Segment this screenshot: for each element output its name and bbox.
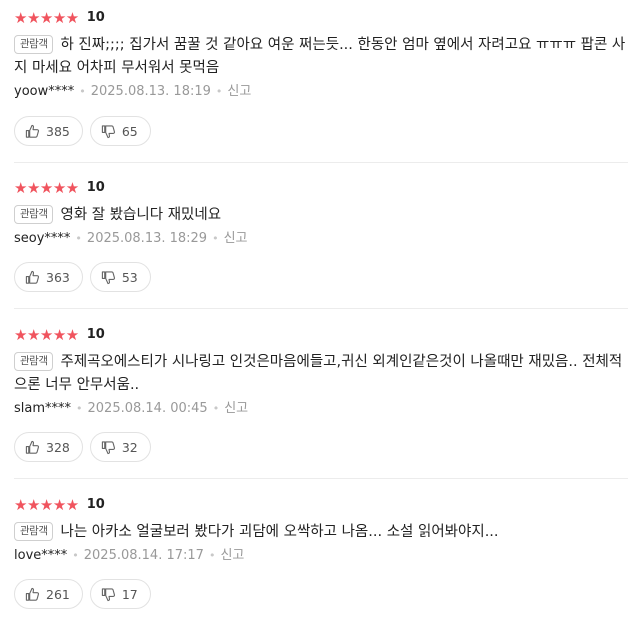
review-divider: [14, 478, 628, 479]
thumbs-up-icon: [25, 270, 40, 284]
rating-row: ★★★★★ 10: [14, 495, 105, 515]
thumbs-down-icon: [101, 270, 115, 284]
thumbs-down-icon: [101, 124, 115, 138]
vote-buttons: 261 17: [14, 579, 151, 609]
thumbs-up-icon: [25, 440, 40, 454]
separator-dot: •: [76, 402, 83, 415]
review-text-block: 관람객 하 진짜;;;; 집가서 꿈꿀 것 같아요 여운 쩌는듯... 한동안 엄…: [14, 34, 626, 80]
like-count: 385: [46, 123, 70, 139]
dislike-button[interactable]: 17: [89, 579, 151, 609]
dislike-count: 53: [121, 269, 138, 285]
review-text-block: 관람객 주제곡오에스티가 시나링고 인것은마음에들고,귀신 외계인같은것이 나올때…: [14, 351, 626, 397]
dislike-button[interactable]: 32: [89, 432, 151, 462]
rating-row: ★★★★★ 10: [14, 8, 105, 28]
rating-row: ★★★★★ 10: [14, 325, 105, 345]
star-rating: ★★★★★: [14, 326, 79, 344]
viewer-badge: 관람객: [14, 352, 54, 371]
rating-row: ★★★★★ 10: [14, 178, 105, 198]
like-count: 328: [46, 439, 70, 455]
dislike-button[interactable]: 65: [89, 116, 151, 146]
separator-dot: •: [75, 232, 82, 245]
separator-dot: •: [208, 549, 216, 562]
separator-dot: •: [79, 85, 86, 98]
report-link[interactable]: 신고: [224, 401, 248, 416]
thumbs-down-icon: [101, 587, 115, 601]
dislike-count: 32: [121, 439, 138, 455]
rating-score: 10: [86, 327, 105, 342]
user-id: slam****: [14, 401, 72, 416]
review-text-block: 관람객 나는 아카소 얼굴보러 봤다가 괴담에 오싹하고 나옴... 소설 읽어봐…: [14, 521, 626, 544]
review-divider: [14, 162, 628, 163]
review-date: 2025.08.13. 18:29: [86, 231, 208, 246]
report-link[interactable]: 신고: [227, 84, 251, 99]
review-meta: slam**** • 2025.08.14. 00:45 • 신고: [14, 399, 248, 419]
separator-dot: •: [215, 85, 223, 98]
review-text: 하 진짜;;;; 집가서 꿈꿀 것 같아요 여운 쩌는듯... 한동안 엄마 옆…: [14, 37, 626, 76]
like-button[interactable]: 328: [14, 432, 83, 462]
dislike-button[interactable]: 53: [89, 262, 151, 292]
like-button[interactable]: 385: [14, 116, 83, 146]
viewer-badge: 관람객: [14, 522, 54, 541]
review-date: 2025.08.14. 17:17: [83, 548, 204, 563]
dislike-count: 17: [121, 586, 138, 602]
separator-dot: •: [212, 232, 219, 245]
user-id: seoy****: [14, 231, 71, 246]
star-rating: ★★★★★: [14, 496, 79, 514]
review-text: 주제곡오에스티가 시나링고 인것은마음에들고,귀신 외계인같은것이 나올때만 재…: [14, 354, 623, 393]
rating-score: 10: [86, 497, 105, 512]
separator-dot: •: [212, 402, 220, 415]
star-rating: ★★★★★: [14, 179, 79, 197]
vote-buttons: 363 53: [14, 262, 151, 292]
viewer-badge: 관람객: [14, 35, 54, 54]
rating-score: 10: [86, 180, 105, 195]
rating-score: 10: [86, 10, 105, 25]
review-divider: [14, 308, 628, 309]
review-meta: yoow**** • 2025.08.13. 18:19 • 신고: [14, 82, 251, 102]
viewer-badge: 관람객: [14, 205, 54, 224]
vote-buttons: 385 65: [14, 116, 151, 146]
review-text: 나는 아카소 얼굴보러 봤다가 괴담에 오싹하고 나옴... 소설 읽어봐야지.…: [60, 524, 499, 540]
separator-dot: •: [72, 549, 79, 562]
report-link[interactable]: 신고: [224, 231, 248, 246]
review-meta: seoy**** • 2025.08.13. 18:29 • 신고: [14, 229, 248, 249]
like-button[interactable]: 363: [14, 262, 83, 292]
review-date: 2025.08.14. 00:45: [87, 401, 208, 416]
thumbs-up-icon: [25, 587, 40, 601]
like-count: 261: [46, 586, 70, 602]
user-id: yoow****: [14, 84, 75, 99]
thumbs-up-icon: [25, 124, 40, 138]
review-meta: love**** • 2025.08.14. 17:17 • 신고: [14, 546, 244, 566]
review-text: 영화 잘 봤습니다 재밌네요: [60, 207, 222, 223]
star-rating: ★★★★★: [14, 9, 79, 27]
report-link[interactable]: 신고: [220, 548, 244, 563]
thumbs-down-icon: [101, 440, 115, 454]
review-text-block: 관람객 영화 잘 봤습니다 재밌네요: [14, 204, 626, 227]
like-button[interactable]: 261: [14, 579, 83, 609]
user-id: love****: [14, 548, 68, 563]
like-count: 363: [46, 269, 70, 285]
dislike-count: 65: [121, 123, 138, 139]
review-date: 2025.08.13. 18:19: [90, 84, 211, 99]
vote-buttons: 328 32: [14, 432, 151, 462]
